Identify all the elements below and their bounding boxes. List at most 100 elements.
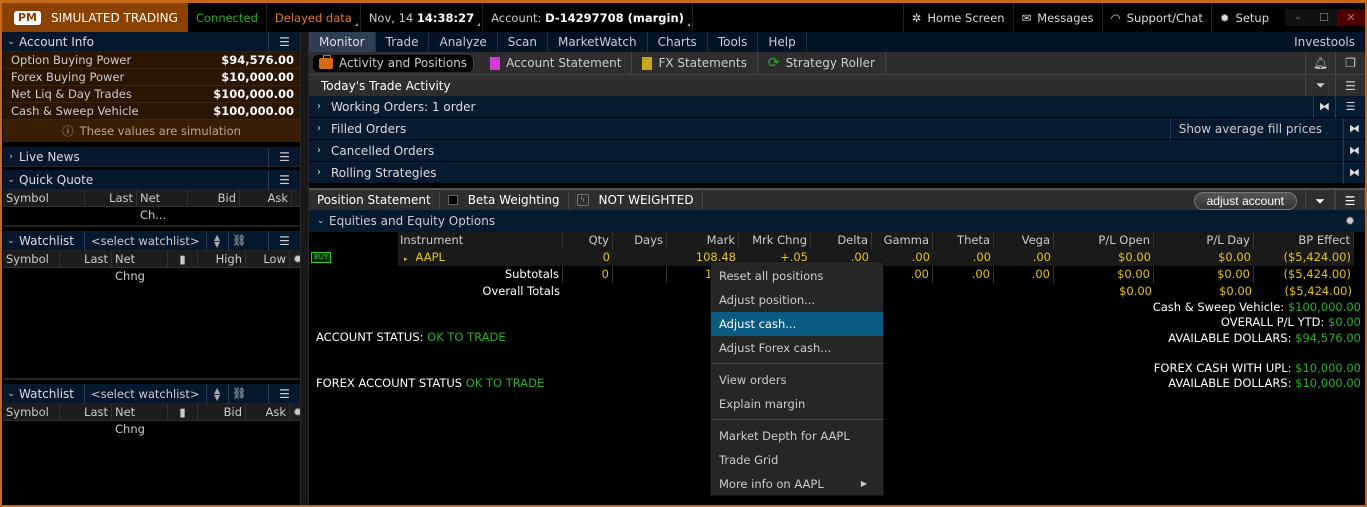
- column-header[interactable]: Bid: [198, 403, 246, 421]
- setup-button[interactable]: ✹ Setup: [1210, 3, 1277, 32]
- column-header[interactable]: Last: [60, 250, 112, 268]
- column-header[interactable]: Last: [85, 189, 137, 207]
- tab-help[interactable]: Help: [758, 32, 807, 52]
- subtab-strategy-roller[interactable]: ⟳ Strategy Roller: [758, 52, 886, 74]
- link-icon[interactable]: ⛓: [227, 230, 250, 251]
- column-header[interactable]: Bid: [188, 189, 240, 207]
- gear-icon[interactable]: ✹: [290, 404, 303, 421]
- column-header[interactable]: Last: [60, 403, 112, 421]
- column-header[interactable]: Low: [246, 250, 290, 268]
- panel-menu-icon[interactable]: ☰: [1335, 95, 1365, 118]
- detach-icon[interactable]: ❐: [1335, 52, 1365, 74]
- minimize-button[interactable]: –: [1285, 9, 1311, 26]
- sort-spinner-icon[interactable]: ▲ ▼: [205, 230, 228, 251]
- column-header[interactable]: Symbol: [3, 250, 60, 268]
- column-header[interactable]: Symbol: [3, 403, 60, 421]
- support-chat-button[interactable]: ◠ Support/Chat: [1101, 3, 1211, 32]
- column-header[interactable]: Gamma: [872, 232, 933, 249]
- maximize-button[interactable]: ☐: [1311, 9, 1337, 26]
- subtab-activity-positions[interactable]: Activity and Positions: [313, 54, 475, 72]
- filled-orders-row[interactable]: › Filled Orders Show average fill prices…: [309, 117, 1365, 140]
- expand-columns-icon[interactable]: ⧓: [1313, 95, 1335, 118]
- column-header[interactable]: P/L Open: [1054, 232, 1154, 249]
- gear-icon[interactable]: ✹: [1335, 210, 1365, 232]
- instrument-cell[interactable]: ▸ AAPL: [398, 249, 563, 266]
- menu-item-reset-all-positions[interactable]: Reset all positions: [711, 264, 883, 288]
- column-header[interactable]: Qty: [563, 232, 613, 249]
- menu-item-market-depth[interactable]: Market Depth for AAPL: [711, 424, 883, 448]
- bars-icon[interactable]: ▮: [168, 403, 198, 421]
- subtab-fx-statements[interactable]: FX Statements: [632, 52, 758, 74]
- buy-badge[interactable]: BUY: [311, 252, 332, 263]
- column-header[interactable]: Net Ch...: [137, 189, 188, 222]
- cancelled-orders-row[interactable]: › Cancelled Orders ⧓: [309, 139, 1365, 162]
- working-orders-row[interactable]: › Working Orders: 1 order ⧓ ☰: [309, 95, 1365, 118]
- column-header[interactable]: Symbol: [3, 189, 85, 207]
- menu-item-adjust-position[interactable]: Adjust position...: [711, 288, 883, 312]
- collapse-down-icon[interactable]: ⏷: [1305, 75, 1335, 96]
- column-header[interactable]: Ask: [240, 189, 292, 207]
- tab-tools[interactable]: Tools: [708, 32, 759, 52]
- account-info-header[interactable]: ⌄ Account Info ☰: [3, 32, 300, 52]
- subtab-account-statement[interactable]: Account Statement: [480, 52, 633, 74]
- account-selector[interactable]: Account: D-14297708 (margin): [483, 3, 693, 32]
- collapse-down-icon[interactable]: ⏷: [1305, 190, 1335, 212]
- close-button[interactable]: ✕: [1337, 9, 1365, 26]
- column-header[interactable]: High: [198, 250, 246, 268]
- panel-menu-icon[interactable]: ☰: [268, 384, 300, 404]
- column-header[interactable]: P/L Day: [1154, 232, 1254, 249]
- expand-triangle-icon[interactable]: ▸: [404, 255, 408, 263]
- link-icon[interactable]: ⛓: [227, 383, 250, 404]
- column-header[interactable]: Ask: [246, 403, 290, 421]
- menu-item-explain-margin[interactable]: Explain margin: [711, 392, 883, 416]
- sidebar-splitter[interactable]: [300, 32, 309, 505]
- sort-spinner-icon[interactable]: ▲ ▼: [205, 383, 228, 404]
- rolling-strategies-row[interactable]: › Rolling Strategies ⧓: [309, 161, 1365, 184]
- show-average-fill-prices[interactable]: Show average fill prices: [1169, 117, 1330, 140]
- bars-icon[interactable]: ▮: [168, 250, 198, 268]
- column-header[interactable]: Mark: [667, 232, 739, 249]
- tab-monitor[interactable]: Monitor: [309, 32, 376, 52]
- tab-analyze[interactable]: Analyze: [429, 32, 498, 52]
- panel-menu-icon[interactable]: ☰: [1335, 75, 1365, 96]
- panel-menu-icon[interactable]: ☰: [268, 231, 300, 251]
- menu-item-view-orders[interactable]: View orders: [711, 368, 883, 392]
- chevron-down-icon[interactable]: ⌄: [3, 389, 19, 399]
- chevron-down-icon[interactable]: ⌄: [3, 236, 19, 246]
- menu-item-adjust-cash[interactable]: Adjust cash...: [711, 312, 883, 336]
- panel-menu-icon[interactable]: ☰: [268, 147, 300, 167]
- quick-quote-header[interactable]: ⌄ Quick Quote ☰: [3, 170, 300, 190]
- column-header[interactable]: Mrk Chng: [739, 232, 811, 249]
- bell-icon[interactable]: 🔔︎: [1305, 52, 1335, 74]
- tab-marketwatch[interactable]: MarketWatch: [548, 32, 648, 52]
- expand-columns-icon[interactable]: ⧓: [1343, 117, 1365, 140]
- equities-group-header[interactable]: ⌄ Equities and Equity Options ✹: [309, 210, 1365, 232]
- column-header[interactable]: Net Chng: [112, 250, 168, 283]
- menu-item-trade-grid[interactable]: Trade Grid: [711, 448, 883, 472]
- column-header[interactable]: Delta: [811, 232, 872, 249]
- data-status[interactable]: Delayed data: [267, 3, 361, 32]
- panel-menu-icon[interactable]: ☰: [1335, 190, 1365, 212]
- menu-item-more-info[interactable]: More info on AAPL ▶: [711, 472, 883, 496]
- menu-item-adjust-forex-cash[interactable]: Adjust Forex cash...: [711, 336, 883, 360]
- column-header[interactable]: Days: [613, 232, 667, 249]
- tab-charts[interactable]: Charts: [648, 32, 708, 52]
- home-screen-button[interactable]: ✲ Home Screen: [902, 3, 1013, 32]
- column-header[interactable]: Vega: [994, 232, 1054, 249]
- expand-columns-icon[interactable]: ⧓: [1343, 139, 1365, 162]
- panel-menu-icon[interactable]: ☰: [268, 32, 300, 52]
- column-header[interactable]: Instrument: [398, 232, 563, 249]
- messages-button[interactable]: ✉ Messages: [1012, 3, 1102, 32]
- watchlist-select[interactable]: <select watchlist>: [83, 230, 206, 251]
- column-header[interactable]: Net Chng: [112, 403, 168, 436]
- live-news-header[interactable]: › Live News ☰: [3, 147, 300, 167]
- tab-trade[interactable]: Trade: [376, 32, 430, 52]
- tab-scan[interactable]: Scan: [498, 32, 548, 52]
- column-header[interactable]: BP Effect: [1254, 232, 1354, 249]
- panel-menu-icon[interactable]: ☰: [268, 170, 300, 190]
- expand-columns-icon[interactable]: ⧓: [1343, 161, 1365, 184]
- beta-weighting-toggle[interactable]: Beta Weighting: [440, 189, 569, 211]
- datetime[interactable]: Nov, 14 14:38:27: [361, 3, 484, 32]
- watchlist-select[interactable]: <select watchlist>: [83, 383, 206, 404]
- column-header[interactable]: Theta: [933, 232, 994, 249]
